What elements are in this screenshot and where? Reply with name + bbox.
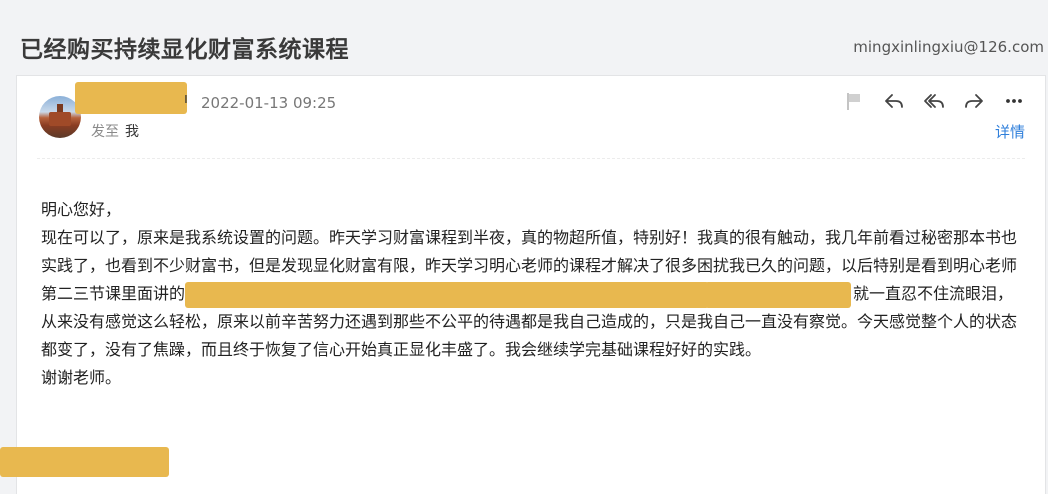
mail-subject: 已经购买持续显化财富系统课程 [20, 37, 349, 63]
to-label: 发至 [91, 124, 119, 140]
message-card: ı 2022-01-13 09:25 发至我 详情 明心您好， 现在可以了，原来… [16, 75, 1046, 494]
details-link[interactable]: 详情 [995, 121, 1025, 142]
signature-redacted [0, 447, 169, 477]
header-divider [37, 158, 1025, 159]
flag-icon[interactable] [841, 90, 867, 112]
recipient-row: 发至我 [91, 121, 139, 141]
redacted-text [705, 281, 852, 308]
thanks-line: 谢谢老师。 [41, 368, 122, 387]
account-email[interactable]: mingxinlingxiu@126.com [853, 38, 1044, 56]
more-icon[interactable] [1001, 90, 1027, 112]
sender-name-tail: ı [184, 91, 188, 107]
message-date: 2022-01-13 09:25 [201, 94, 337, 112]
reply-all-icon[interactable] [921, 90, 947, 112]
forward-icon[interactable] [961, 90, 987, 112]
to-value[interactable]: 我 [125, 124, 139, 140]
body-paragraph: 现在可以了，原来是我系统设置的问题。昨天学习财富课程到半夜，真的物超所值，特别好… [41, 224, 1021, 364]
mail-header: 已经购买持续显化财富系统课程 mingxinlingxiu@126.com [0, 0, 1048, 75]
redacted-text [185, 281, 710, 308]
message-body: 明心您好， 现在可以了，原来是我系统设置的问题。昨天学习财富课程到半夜，真的物超… [41, 196, 1021, 392]
greeting: 明心您好， [41, 200, 122, 219]
message-actions [841, 90, 1031, 112]
reply-icon[interactable] [881, 90, 907, 112]
sender-name-redacted [75, 82, 187, 114]
